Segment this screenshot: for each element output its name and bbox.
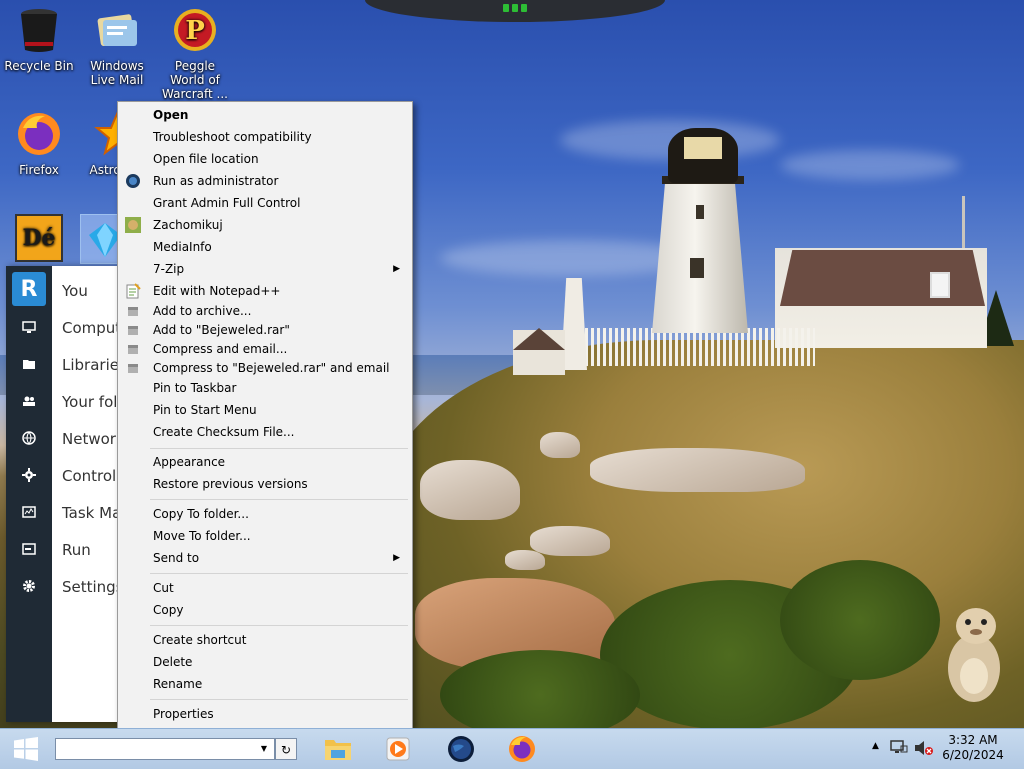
- menu-item-7zip[interactable]: 7-Zip ▶: [120, 258, 410, 280]
- start-item-libraries[interactable]: Libraries: [62, 356, 118, 374]
- windows-logo-icon: [14, 737, 38, 761]
- de-icon: Dé: [15, 214, 63, 262]
- menu-item-properties[interactable]: Properties: [120, 703, 410, 725]
- mail-icon: [97, 14, 137, 46]
- menu-item-copy[interactable]: Copy: [120, 599, 410, 621]
- gear-icon[interactable]: [6, 567, 52, 604]
- refresh-button[interactable]: ↻: [275, 738, 297, 760]
- menu-item-zachomikuj[interactable]: Zachomikuj: [120, 214, 410, 236]
- peggle-icon: P: [174, 9, 216, 51]
- menu-item-create-checksum-file[interactable]: Create Checksum File...: [120, 421, 410, 443]
- menu-item-pin-to-start-menu[interactable]: Pin to Start Menu: [120, 399, 410, 421]
- start-item-you[interactable]: You: [62, 282, 88, 300]
- menu-separator: [150, 499, 408, 500]
- submenu-arrow-icon: ▶: [393, 553, 400, 563]
- menu-separator: [150, 625, 408, 626]
- menu-item-grant-admin-full-control[interactable]: Grant Admin Full Control: [120, 192, 410, 214]
- archive-icon: [128, 345, 138, 354]
- menu-item-pin-to-taskbar[interactable]: Pin to Taskbar: [120, 377, 410, 399]
- menu-item-open[interactable]: Open: [120, 104, 410, 126]
- taskbar-app-media-player[interactable]: [378, 731, 418, 767]
- taskbar: ▼ ↻ ▲ 3:32 AM 6/20/2024: [0, 728, 1024, 769]
- hamster-icon: [125, 217, 141, 233]
- taskbar-search-box: ▼: [55, 738, 275, 760]
- start-item-network[interactable]: Network: [62, 430, 118, 448]
- desktop-icon-label: Recycle Bin: [4, 59, 74, 73]
- start-item-your-folder[interactable]: Your fol: [62, 393, 117, 411]
- refresh-icon: ↻: [280, 743, 292, 757]
- shield-globe-icon: [126, 174, 140, 188]
- menu-item-edit-with-notepad[interactable]: Edit with Notepad++: [120, 280, 410, 302]
- desktop-icon-windows-live-mail[interactable]: Windows Live Mail: [78, 6, 156, 87]
- start-item-computer[interactable]: Comput: [62, 319, 118, 337]
- menu-item-create-shortcut[interactable]: Create shortcut: [120, 629, 410, 651]
- desktop-icon-bejeweled[interactable]: [80, 214, 130, 269]
- folder-icon[interactable]: [6, 345, 52, 382]
- menu-separator: [150, 448, 408, 449]
- desktop-icon-de[interactable]: Dé: [14, 214, 64, 264]
- menu-separator: [150, 573, 408, 574]
- folder-icon: [325, 740, 351, 760]
- menu-item-mediainfo[interactable]: MediaInfo: [120, 236, 410, 258]
- taskbar-app-globe[interactable]: [441, 731, 481, 767]
- show-hidden-icons-chevron-icon[interactable]: ▲: [872, 741, 879, 751]
- desktop-icon-label: Firefox: [19, 163, 59, 177]
- archive-icon: [128, 307, 138, 316]
- archive-icon: [128, 326, 138, 335]
- clock-time: 3:32 AM: [948, 733, 998, 747]
- submenu-arrow-icon: ▶: [393, 264, 400, 274]
- start-menu-rail: R: [6, 266, 52, 722]
- firefox-icon: [509, 736, 535, 762]
- desktop-icon-recycle-bin[interactable]: Recycle Bin: [0, 6, 78, 73]
- start-menu-logo[interactable]: R: [12, 272, 46, 306]
- start-button[interactable]: [0, 729, 52, 769]
- globe-icon: [448, 736, 474, 762]
- menu-item-run-as-administrator[interactable]: Run as administrator: [120, 170, 410, 192]
- start-item-run[interactable]: Run: [62, 541, 91, 559]
- chevron-down-icon[interactable]: ▼: [256, 739, 272, 759]
- desktop-icon-peggle[interactable]: P Peggle World of Warcraft ...: [156, 6, 234, 101]
- menu-item-open-file-location[interactable]: Open file location: [120, 148, 410, 170]
- menu-item-rename[interactable]: Rename: [120, 673, 410, 695]
- menu-item-compress-to-rar-and-email[interactable]: Compress to "Bejeweled.rar" and email: [120, 357, 410, 379]
- start-item-task-manager[interactable]: Task Ma: [62, 504, 118, 522]
- notepad-icon: [126, 283, 141, 299]
- taskbar-app-firefox[interactable]: [502, 731, 542, 767]
- recycle-bin-icon: [21, 9, 57, 52]
- firefox-icon: [18, 113, 60, 155]
- menu-item-delete[interactable]: Delete: [120, 651, 410, 673]
- network-icon[interactable]: [890, 740, 908, 756]
- taskbar-clock[interactable]: 3:32 AM 6/20/2024: [938, 733, 1008, 763]
- clock-date: 6/20/2024: [942, 748, 1004, 762]
- menu-item-copy-to-folder[interactable]: Copy To folder...: [120, 503, 410, 525]
- gopher-desktop-pet: [948, 608, 1000, 702]
- run-icon[interactable]: [6, 530, 52, 567]
- taskbar-search-input[interactable]: [56, 739, 252, 759]
- desktop-icon-firefox[interactable]: Firefox: [0, 110, 78, 177]
- menu-item-appearance[interactable]: Appearance: [120, 451, 410, 473]
- menu-item-cut[interactable]: Cut: [120, 577, 410, 599]
- menu-item-troubleshoot-compatibility[interactable]: Troubleshoot compatibility: [120, 126, 410, 148]
- desktop-icon-label: Peggle World of Warcraft ...: [162, 59, 228, 101]
- start-item-control-panel[interactable]: Control: [62, 467, 116, 485]
- monitor-icon[interactable]: [6, 308, 52, 345]
- media-player-icon: [386, 737, 410, 761]
- start-menu: R You Comput Libraries Your fol Networ: [6, 266, 118, 722]
- menu-item-send-to[interactable]: Send to ▶: [120, 547, 410, 569]
- svg-text:P: P: [185, 16, 205, 46]
- start-item-settings[interactable]: Settings: [62, 578, 118, 596]
- menu-separator: [150, 699, 408, 700]
- desktop-icon-label: Windows Live Mail: [90, 59, 144, 87]
- task-manager-icon[interactable]: [6, 493, 52, 530]
- control-panel-icon[interactable]: [6, 456, 52, 493]
- taskbar-app-file-explorer[interactable]: [318, 731, 358, 767]
- menu-item-move-to-folder[interactable]: Move To folder...: [120, 525, 410, 547]
- globe-icon[interactable]: [6, 419, 52, 456]
- menu-item-restore-previous-versions[interactable]: Restore previous versions: [120, 473, 410, 495]
- people-icon[interactable]: [6, 382, 52, 419]
- context-menu: Open Troubleshoot compatibility Open fil…: [117, 101, 413, 729]
- volume-muted-icon[interactable]: [914, 740, 934, 756]
- archive-icon: [128, 364, 138, 373]
